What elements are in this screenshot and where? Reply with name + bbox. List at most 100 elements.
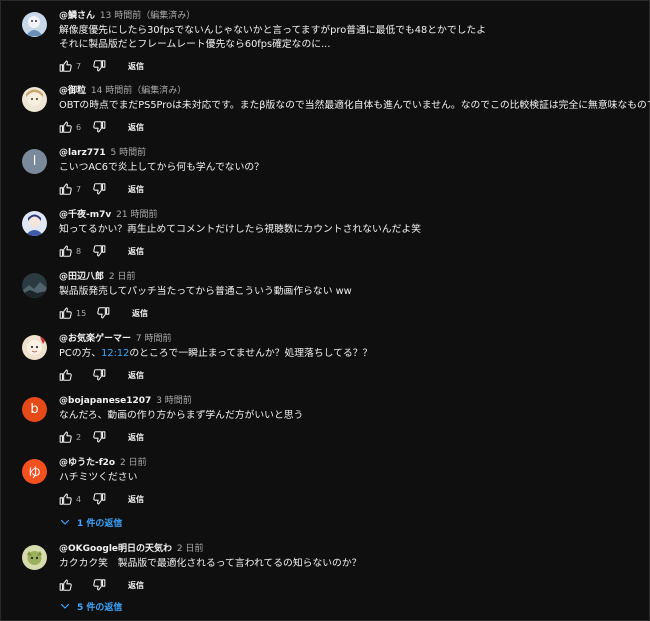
comment-line: 製品版発売してパッチ当たってから普通こういう動画作らない ww: [59, 286, 352, 297]
avatar[interactable]: [22, 211, 47, 236]
comment-text: PCの方、12:12のところで一瞬止まってませんか？処理落ちしてる？？: [59, 347, 642, 361]
comment-line: カクカク笑 製品版で最適化されるって言われてるの知らないのか？: [59, 558, 362, 569]
author-name[interactable]: @御粒: [59, 86, 86, 96]
reply-button[interactable]: 返信: [128, 122, 144, 133]
comment-header: @お気楽ゲーマー 7 時間前: [59, 333, 642, 345]
thumbs-up-icon[interactable]: [59, 492, 73, 506]
thumbs-up-icon[interactable]: [59, 120, 73, 134]
thumbs-down-icon[interactable]: [92, 59, 106, 73]
avatar-letter: l: [32, 154, 37, 169]
thumbs-up-icon[interactable]: [59, 578, 73, 592]
comment-header: @千夜-m7v 21 時間前: [59, 209, 642, 221]
comment-text: 製品版発売してパッチ当たってから普通こういう動画作らない ww: [59, 285, 642, 299]
reply-button[interactable]: 返信: [128, 61, 144, 72]
like-count: 7: [76, 61, 82, 71]
view-replies-button[interactable]: 5 件の返信: [59, 599, 122, 613]
comments-panel: @鱗さん 13 時間前（編集済み） 解像度優先にしたら30fpsでないんじゃない…: [0, 0, 650, 621]
author-name[interactable]: @bojapanese1207: [59, 396, 151, 406]
like-count: 8: [76, 246, 82, 256]
comment-header: @bojapanese1207 3 時間前: [59, 395, 642, 407]
like-count: 4: [76, 494, 82, 504]
chevron-down-icon: [59, 516, 71, 528]
comment-time[interactable]: 3 時間前: [156, 396, 192, 406]
thumbs-up-icon[interactable]: [59, 368, 73, 382]
thumbs-up-icon[interactable]: [59, 244, 73, 258]
comment-line: なんだろ、動画の作り方からまず学んだ方がいいと思う: [59, 410, 304, 421]
comment-time[interactable]: 2 日前: [109, 272, 136, 282]
reply-button[interactable]: 返信: [128, 494, 144, 505]
like-count: 15: [76, 308, 87, 318]
chevron-down-icon: [59, 600, 71, 612]
author-name[interactable]: @ゆうた-f2o: [59, 458, 115, 468]
comment-header: @ゆうた-f2o 2 日前: [59, 457, 642, 469]
reply-button[interactable]: 返信: [128, 370, 144, 381]
thumbs-down-icon[interactable]: [92, 430, 106, 444]
comment-text-pre: PCの方、: [59, 348, 102, 359]
view-replies-label: 5 件の返信: [77, 602, 123, 613]
comment-text: なんだろ、動画の作り方からまず学んだ方がいいと思う: [59, 409, 642, 423]
avatar[interactable]: l: [22, 149, 47, 174]
thumbs-down-icon[interactable]: [92, 182, 106, 196]
thumbs-up-icon[interactable]: [59, 306, 73, 320]
comment-actions: 4 返信: [59, 491, 642, 507]
comment-text: カクカク笑 製品版で最適化されるって言われてるの知らないのか？: [59, 557, 642, 571]
like-count: 2: [76, 432, 82, 442]
like-count: 6: [76, 122, 82, 132]
thumbs-up-icon[interactable]: [59, 59, 73, 73]
avatar[interactable]: [22, 335, 47, 360]
avatar[interactable]: ゆ: [22, 459, 47, 484]
comment-header: @田辺八郎 2 日前: [59, 271, 642, 283]
thumbs-up-icon[interactable]: [59, 430, 73, 444]
comment-time[interactable]: 2 日前: [120, 458, 147, 468]
author-name[interactable]: @お気楽ゲーマー: [59, 334, 131, 344]
like-count: 7: [76, 184, 82, 194]
author-name[interactable]: @田辺八郎: [59, 272, 104, 282]
comment-time[interactable]: 5 時間前: [111, 148, 147, 158]
thumbs-down-icon[interactable]: [92, 578, 106, 592]
comment-text: 知ってるかい？再生止めてコメントだけしたら視聴数にカウントされないんだよ笑: [59, 223, 642, 237]
timestamp-link[interactable]: 12:12: [101, 348, 129, 359]
avatar[interactable]: [22, 12, 47, 37]
thumbs-down-icon[interactable]: [96, 306, 110, 320]
comment-text: OBTの時点でまだPS5Proは未対応です。またβ版なので当然最適化自体も進んで…: [59, 99, 650, 113]
comment-actions: 7 返信: [59, 58, 642, 74]
comment-text-post: のところで一瞬止まってませんか？処理落ちしてる？？: [129, 348, 373, 359]
comment-actions: 15 返信: [59, 305, 642, 321]
reply-button[interactable]: 返信: [128, 184, 144, 195]
avatar[interactable]: b: [22, 397, 47, 422]
thumbs-down-icon[interactable]: [92, 492, 106, 506]
comment-line: PCの方、12:12のところで一瞬止まってませんか？処理落ちしてる？？: [59, 347, 642, 361]
comment-line: 知ってるかい？再生止めてコメントだけしたら視聴数にカウントされないんだよ笑: [59, 224, 421, 235]
comment-time[interactable]: 2 日前: [177, 544, 204, 554]
thumbs-up-icon[interactable]: [59, 182, 73, 196]
author-name[interactable]: @鱗さん: [59, 11, 95, 21]
avatar[interactable]: [22, 273, 47, 298]
thumbs-down-icon[interactable]: [92, 368, 106, 382]
comment-time[interactable]: 13 時間前（編集済み）: [100, 11, 195, 21]
author-name[interactable]: @larz771: [59, 148, 106, 158]
avatar-letter: b: [30, 402, 39, 417]
reply-button[interactable]: 返信: [128, 246, 144, 257]
avatar[interactable]: [22, 87, 47, 112]
comment-time[interactable]: 7 時間前: [136, 334, 172, 344]
thumbs-down-icon[interactable]: [92, 120, 106, 134]
view-replies-button[interactable]: 1 件の返信: [59, 515, 122, 529]
comment-text: 解像度優先にしたら30fpsでないんじゃないかと言ってますがpro普通に最低でも…: [59, 24, 642, 52]
author-name[interactable]: @OKGoogle明日の天気わ: [59, 544, 172, 554]
comment-line: 解像度優先にしたら30fpsでないんじゃないかと言ってますがpro普通に最低でも…: [59, 25, 487, 36]
comment-actions: 8 返信: [59, 243, 642, 259]
reply-button[interactable]: 返信: [132, 308, 148, 319]
comment-header: @OKGoogle明日の天気わ 2 日前: [59, 543, 642, 555]
comment-line: OBTの時点でまだPS5Proは未対応です。またβ版なので当然最適化自体も進んで…: [59, 100, 650, 111]
comment-time[interactable]: 14 時間前（編集済み）: [91, 86, 186, 96]
reply-button[interactable]: 返信: [128, 432, 144, 443]
comment-actions: 6 返信: [59, 119, 642, 135]
view-replies-label: 1 件の返信: [77, 518, 123, 529]
comment-actions: 返信: [59, 367, 642, 383]
thumbs-down-icon[interactable]: [92, 244, 106, 258]
comment-time[interactable]: 21 時間前: [116, 210, 157, 220]
avatar[interactable]: [22, 545, 47, 570]
comment-header: @御粒 14 時間前（編集済み）: [59, 85, 642, 97]
author-name[interactable]: @千夜-m7v: [59, 210, 111, 220]
reply-button[interactable]: 返信: [128, 580, 144, 591]
